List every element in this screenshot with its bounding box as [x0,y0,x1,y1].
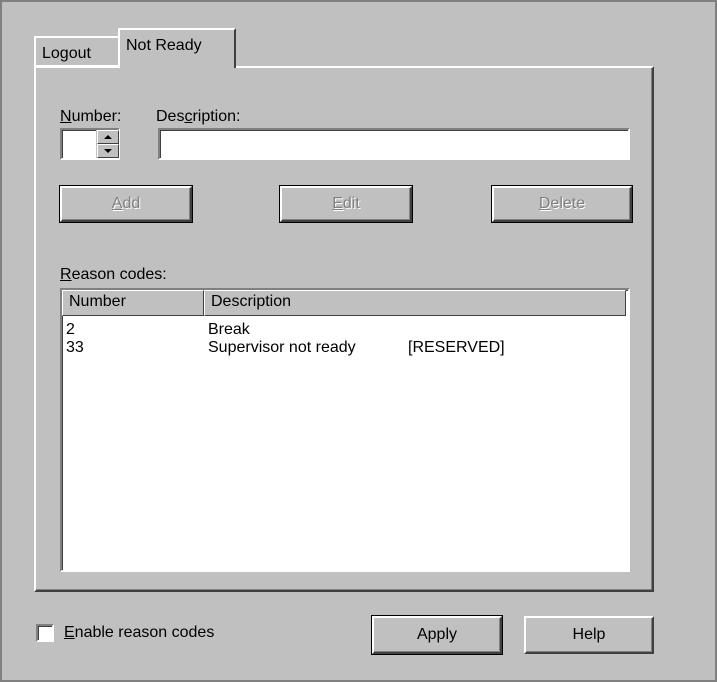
row-number: 2 [66,321,75,338]
row-description: Supervisor not ready [208,339,356,356]
spin-down-button[interactable] [97,144,119,158]
list-item[interactable]: 2 Break [62,320,626,340]
column-header-description[interactable]: Description [204,290,626,316]
add-button[interactable]: Add [59,185,193,223]
spin-up-button[interactable] [97,130,119,144]
tab-not-ready[interactable]: Not Ready [118,28,236,68]
delete-button[interactable]: Delete [491,185,633,223]
edit-button[interactable]: Edit [279,185,413,223]
tab-logout[interactable]: Logout [34,36,120,66]
reason-codes-list[interactable]: Number Description 2 Break 33 Supervisor… [60,288,630,572]
enable-reason-codes-checkbox[interactable] [36,624,54,642]
row-number: 33 [66,339,84,356]
tab-panel-not-ready: Number: Description: Add Edit Delete Rea… [34,66,654,592]
list-item[interactable]: 33 Supervisor not ready [RESERVED] [62,338,626,358]
apply-button[interactable]: Apply [371,615,503,655]
row-note: [RESERVED] [408,339,505,356]
description-input[interactable] [158,128,630,160]
column-header-number[interactable]: Number [62,290,204,316]
spin-down-icon [104,149,112,153]
tab-not-ready-label: Not Ready [126,37,202,54]
enable-reason-codes-label[interactable]: Enable reason codes [64,624,214,642]
help-button[interactable]: Help [524,616,654,654]
spin-up-icon [104,135,112,139]
description-label: Description: [156,108,241,125]
row-description: Break [208,321,250,338]
number-spin-input[interactable] [60,128,120,160]
number-spinner[interactable] [96,130,119,158]
reason-codes-label: Reason codes: [60,266,167,283]
reason-codes-dialog: Logout Not Ready Number: Description: Ad… [0,0,717,682]
tab-logout-label: Logout [42,45,91,62]
number-label: Number: [60,108,122,125]
